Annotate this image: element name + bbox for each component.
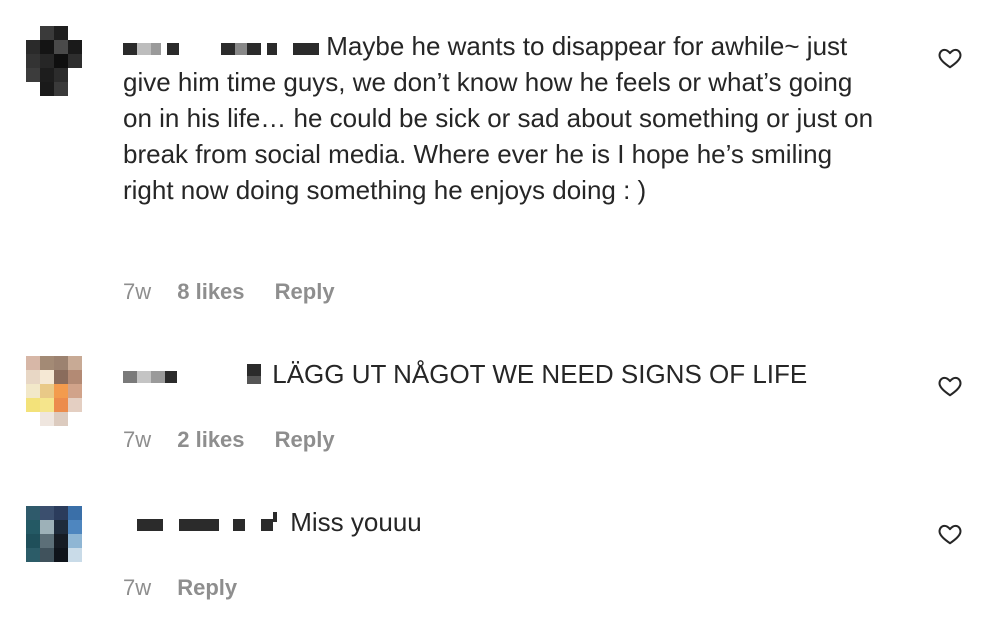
comment-time: 7w xyxy=(123,427,152,452)
avatar[interactable] xyxy=(26,506,84,564)
comment-time: 7w xyxy=(123,279,152,304)
comment-time: 7w xyxy=(123,575,152,600)
comment-text: Miss youuu xyxy=(290,507,422,537)
username-redacted[interactable] xyxy=(123,512,283,534)
heart-outline-icon[interactable] xyxy=(936,373,964,399)
heart-outline-icon[interactable] xyxy=(936,521,964,547)
username-redacted[interactable] xyxy=(123,364,265,386)
likes-count[interactable]: 8 likes xyxy=(177,278,244,306)
heart-outline-icon[interactable] xyxy=(936,45,964,71)
reply-button[interactable]: Reply xyxy=(177,574,237,602)
avatar[interactable] xyxy=(26,356,84,428)
reply-button[interactable]: Reply xyxy=(275,426,335,454)
likes-count[interactable]: 2 likes xyxy=(177,426,244,454)
comment-meta: 7w 8 likes Reply xyxy=(123,278,335,306)
username-redacted[interactable] xyxy=(123,38,319,58)
comment-text: LÄGG UT NÅGOT WE NEED SIGNS OF LIFE xyxy=(272,359,808,389)
reply-button[interactable]: Reply xyxy=(275,278,335,306)
avatar[interactable] xyxy=(26,26,84,98)
comment-meta: 7w Reply xyxy=(123,574,237,602)
comment-meta: 7w 2 likes Reply xyxy=(123,426,335,454)
